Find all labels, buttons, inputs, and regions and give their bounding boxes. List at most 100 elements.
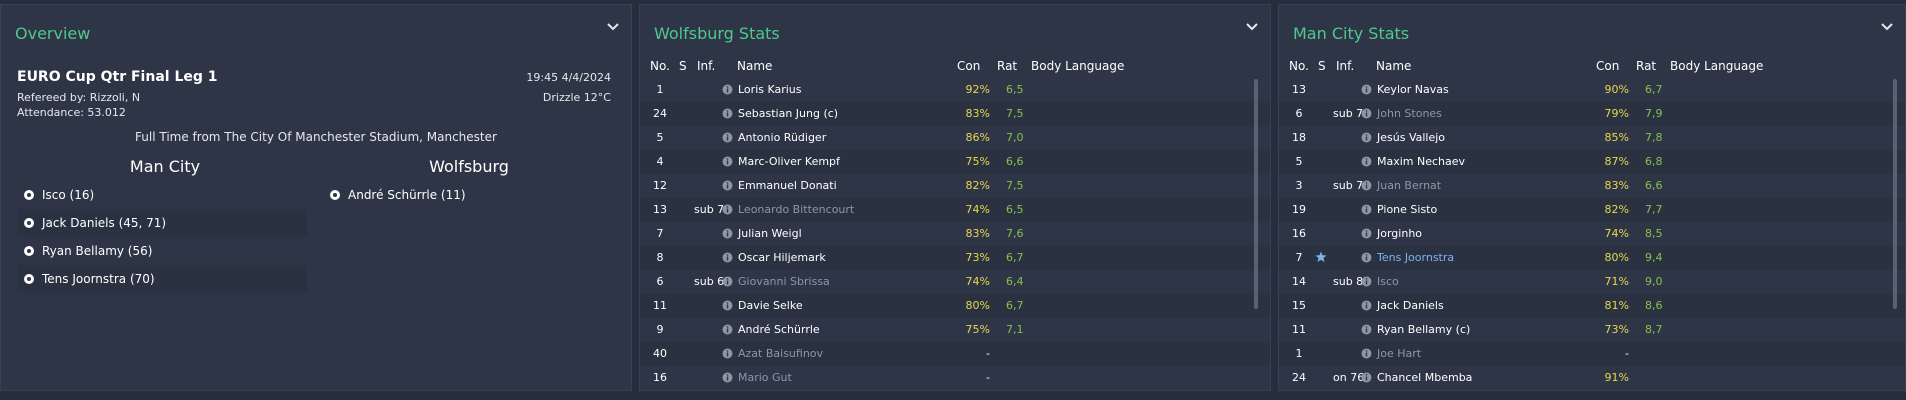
table-row[interactable]: 19 Pione Sisto 82% 7,7 <box>1279 198 1905 222</box>
table-row[interactable]: 6 sub 76 John Stones 79% 7,9 <box>1279 102 1905 126</box>
table-row[interactable]: 12 Emmanuel Donati 82% 7,5 <box>640 174 1270 198</box>
col-no[interactable]: No. <box>1289 59 1309 73</box>
table-row[interactable]: 16 Jorginho 74% 8,5 <box>1279 222 1905 246</box>
col-s[interactable]: S <box>679 59 687 73</box>
col-inf[interactable]: Inf. <box>697 59 715 73</box>
col-body-language[interactable]: Body Language <box>1670 59 1763 73</box>
table-row[interactable]: 8 Oscar Hiljemark 73% 6,7 <box>640 246 1270 270</box>
cell-player-name[interactable]: Sebastian Jung (c) <box>738 107 838 120</box>
col-con[interactable]: Con <box>1596 59 1619 73</box>
table-row[interactable]: 6 sub 67 Giovanni Sbrissa 74% 6,4 <box>640 270 1270 294</box>
table-row[interactable]: 11 Davie Selke 80% 6,7 <box>640 294 1270 318</box>
cell-player-name[interactable]: Maxim Nechaev <box>1377 155 1465 168</box>
info-icon[interactable] <box>722 372 733 383</box>
info-icon[interactable] <box>722 156 733 167</box>
info-icon[interactable] <box>722 348 733 359</box>
table-row[interactable]: 24 on 76 Chancel Mbemba 91% <box>1279 366 1905 390</box>
table-row[interactable]: 24 Sebastian Jung (c) 83% 7,5 <box>640 102 1270 126</box>
col-no[interactable]: No. <box>650 59 670 73</box>
cell-player-name[interactable]: Chancel Mbemba <box>1377 371 1472 384</box>
cell-player-name[interactable]: Tens Joornstra <box>1377 251 1454 264</box>
table-row[interactable]: 7 Julian Weigl 83% 7,6 <box>640 222 1270 246</box>
info-icon[interactable] <box>1361 372 1372 383</box>
info-icon[interactable] <box>1361 132 1372 143</box>
col-con[interactable]: Con <box>957 59 980 73</box>
table-row[interactable]: 11 Ryan Bellamy (c) 73% 8,7 <box>1279 318 1905 342</box>
info-icon[interactable] <box>722 108 733 119</box>
scrollbar[interactable] <box>1893 79 1897 309</box>
cell-player-name[interactable]: Joe Hart <box>1377 347 1421 360</box>
info-icon[interactable] <box>722 180 733 191</box>
cell-player-name[interactable]: Pione Sisto <box>1377 203 1437 216</box>
chevron-down-icon[interactable] <box>1879 19 1895 35</box>
scorer-item[interactable]: Ryan Bellamy (56) <box>17 237 307 265</box>
scorer-item[interactable]: André Schürrle (11) <box>323 181 613 209</box>
table-row[interactable]: 4 Marc-Oliver Kempf 75% 6,6 <box>640 150 1270 174</box>
table-row[interactable]: 9 André Schürrle 75% 7,1 <box>640 318 1270 342</box>
scrollbar[interactable] <box>1254 79 1258 309</box>
col-body-language[interactable]: Body Language <box>1031 59 1124 73</box>
info-icon[interactable] <box>722 300 733 311</box>
cell-player-name[interactable]: Marc-Oliver Kempf <box>738 155 840 168</box>
info-icon[interactable] <box>1361 252 1372 263</box>
table-row[interactable]: 18 Jesús Vallejo 85% 7,8 <box>1279 126 1905 150</box>
chevron-down-icon[interactable] <box>1244 19 1260 35</box>
info-icon[interactable] <box>722 132 733 143</box>
col-rat[interactable]: Rat <box>1636 59 1656 73</box>
cell-player-name[interactable]: Jorginho <box>1377 227 1422 240</box>
cell-player-name[interactable]: John Stones <box>1377 107 1442 120</box>
away-team-name[interactable]: Wolfsburg <box>319 157 619 176</box>
home-team-name[interactable]: Man City <box>15 157 315 176</box>
table-row[interactable]: 5 Antonio Rüdiger 86% 7,0 <box>640 126 1270 150</box>
info-icon[interactable] <box>722 84 733 95</box>
scorer-item[interactable]: Jack Daniels (45, 71) <box>17 209 307 237</box>
table-row[interactable]: 15 Jack Daniels 81% 8,6 <box>1279 294 1905 318</box>
chevron-down-icon[interactable] <box>605 19 621 35</box>
scorer-item[interactable]: Tens Joornstra (70) <box>17 265 307 293</box>
cell-player-name[interactable]: Mario Gut <box>738 371 792 384</box>
cell-player-name[interactable]: Keylor Navas <box>1377 83 1449 96</box>
info-icon[interactable] <box>1361 108 1372 119</box>
cell-player-name[interactable]: Isco <box>1377 275 1399 288</box>
col-name[interactable]: Name <box>1376 59 1411 73</box>
table-row[interactable]: 1 Loris Karius 92% 6,5 <box>640 78 1270 102</box>
col-rat[interactable]: Rat <box>997 59 1017 73</box>
col-inf[interactable]: Inf. <box>1336 59 1354 73</box>
cell-player-name[interactable]: Julian Weigl <box>738 227 802 240</box>
table-row[interactable]: 1 Joe Hart - <box>1279 342 1905 366</box>
cell-player-name[interactable]: André Schürrle <box>738 323 820 336</box>
info-icon[interactable] <box>1361 84 1372 95</box>
info-icon[interactable] <box>1361 300 1372 311</box>
cell-player-name[interactable]: Ryan Bellamy (c) <box>1377 323 1470 336</box>
col-s[interactable]: S <box>1318 59 1326 73</box>
cell-player-name[interactable]: Leonardo Bittencourt <box>738 203 854 216</box>
info-icon[interactable] <box>1361 276 1372 287</box>
info-icon[interactable] <box>722 228 733 239</box>
table-row[interactable]: 7 Tens Joornstra 80% 9,4 <box>1279 246 1905 270</box>
cell-player-name[interactable]: Davie Selke <box>738 299 803 312</box>
info-icon[interactable] <box>1361 228 1372 239</box>
info-icon[interactable] <box>1361 204 1372 215</box>
cell-player-name[interactable]: Antonio Rüdiger <box>738 131 826 144</box>
info-icon[interactable] <box>1361 180 1372 191</box>
table-row[interactable]: 13 Keylor Navas 90% 6,7 <box>1279 78 1905 102</box>
info-icon[interactable] <box>722 324 733 335</box>
cell-player-name[interactable]: Giovanni Sbrissa <box>738 275 830 288</box>
cell-player-name[interactable]: Loris Karius <box>738 83 802 96</box>
table-row[interactable]: 3 sub 76 Juan Bernat 83% 6,6 <box>1279 174 1905 198</box>
scorer-item[interactable]: Isco (16) <box>17 181 307 209</box>
cell-player-name[interactable]: Jesús Vallejo <box>1377 131 1445 144</box>
table-row[interactable]: 13 sub 70 Leonardo Bittencourt 74% 6,5 <box>640 198 1270 222</box>
info-icon[interactable] <box>1361 156 1372 167</box>
cell-player-name[interactable]: Jack Daniels <box>1377 299 1444 312</box>
info-icon[interactable] <box>722 204 733 215</box>
info-icon[interactable] <box>1361 324 1372 335</box>
table-row[interactable]: 16 Mario Gut - <box>640 366 1270 390</box>
info-icon[interactable] <box>1361 348 1372 359</box>
cell-player-name[interactable]: Azat Baisufinov <box>738 347 823 360</box>
table-row[interactable]: 40 Azat Baisufinov - <box>640 342 1270 366</box>
col-name[interactable]: Name <box>737 59 772 73</box>
table-row[interactable]: 5 Maxim Nechaev 87% 6,8 <box>1279 150 1905 174</box>
cell-player-name[interactable]: Juan Bernat <box>1377 179 1441 192</box>
info-icon[interactable] <box>722 252 733 263</box>
